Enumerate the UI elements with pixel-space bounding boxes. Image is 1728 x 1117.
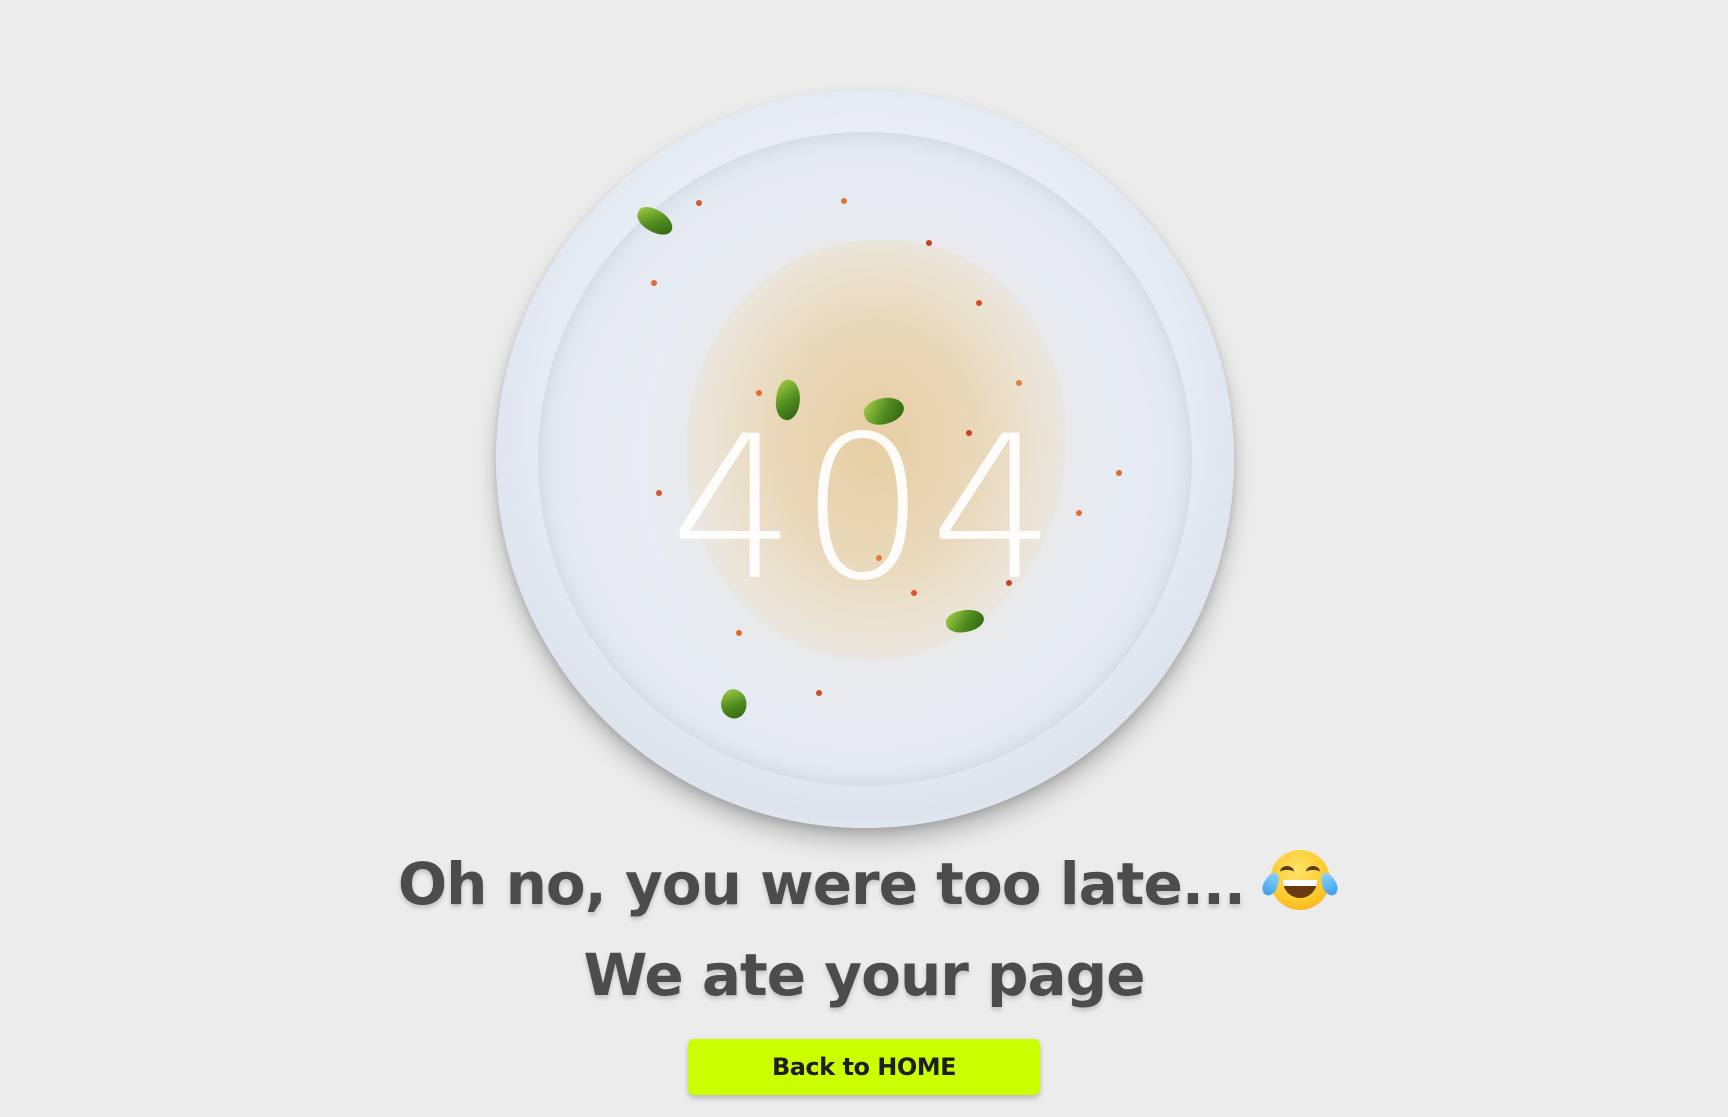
headline-line-1: Oh no, you were too late... [0,850,1728,918]
headline-text-1: Oh no, you were too late... [397,850,1246,918]
crumb [976,300,982,306]
crumb [816,690,822,696]
error-code: 404 [670,393,1060,624]
back-to-home-button[interactable]: Back to HOME [688,1039,1040,1095]
plate-illustration: 404 [496,90,1234,828]
crumb [651,280,657,286]
error-page: 404 Oh no, you were too late... We ate y… [0,0,1728,1117]
crumb [696,200,702,206]
headline-line-2: We ate your page [583,941,1145,1009]
crumb [736,630,742,636]
crumb [1016,380,1022,386]
crumb [926,240,932,246]
face-with-tears-of-joy-icon [1259,850,1341,910]
crumb [841,198,847,204]
